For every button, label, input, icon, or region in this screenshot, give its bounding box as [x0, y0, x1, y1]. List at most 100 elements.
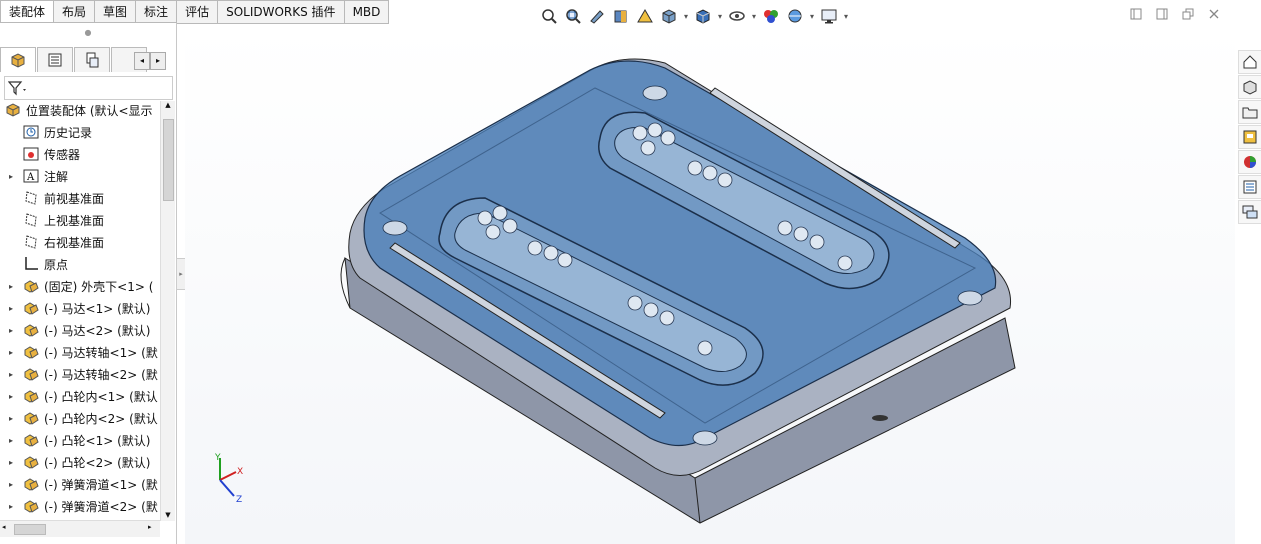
expand-arrow-icon[interactable]: ▸ [0, 414, 22, 423]
tile-right-icon[interactable] [1154, 6, 1170, 22]
tree-item[interactable]: ▸ (-) 凸轮<1> (默认) [0, 429, 160, 451]
scroll-right-icon[interactable]: ▸ [148, 523, 152, 531]
view-orientation-icon[interactable] [658, 5, 680, 27]
section-view-icon[interactable] [610, 5, 632, 27]
expand-arrow-icon[interactable]: ▸ [0, 304, 22, 313]
scroll-down-icon[interactable]: ▼ [161, 511, 175, 519]
custom-properties-icon[interactable] [1238, 175, 1261, 199]
feature-tree: 位置装配体 (默认<显示 历史记录传感器 ▸ A 注解 前视基准面上视基准面右视基准面原… [0, 99, 160, 523]
tree-item[interactable]: ▸ (-) 马达转轴<2> (默 [0, 363, 160, 385]
tree-item-label: 原点 [44, 257, 69, 272]
hide-show-items-icon[interactable] [726, 5, 748, 27]
scroll-up-icon[interactable]: ▲ [161, 101, 175, 109]
property-manager-tab-icon[interactable] [37, 47, 73, 72]
plane-icon [22, 211, 40, 229]
expand-arrow-icon[interactable]: ▸ [0, 348, 22, 357]
tree-item[interactable]: ▸ A 注解 [0, 165, 160, 187]
view-palette-icon[interactable] [1238, 125, 1261, 149]
part-icon [22, 497, 40, 515]
tree-vertical-scrollbar[interactable]: ▲ ▼ [160, 101, 175, 521]
expand-arrow-icon[interactable]: ▸ [0, 282, 22, 291]
tree-item[interactable]: ▸ (-) 凸轮内<1> (默认 [0, 385, 160, 407]
tree-item[interactable]: ▸ (-) 弹簧滑道<2> (默 [0, 495, 160, 517]
display-style-dropdown-icon[interactable]: ▾ [716, 12, 724, 21]
tab-scroll-left-icon[interactable]: ◂ [134, 52, 150, 70]
view-orientation-dropdown-icon[interactable]: ▾ [682, 12, 690, 21]
close-icon[interactable] [1206, 6, 1222, 22]
tab-solidworks-addins[interactable]: SOLIDWORKS 插件 [218, 0, 345, 24]
tree-filter[interactable] [4, 76, 173, 100]
filter-icon[interactable] [8, 80, 30, 96]
zoom-to-fit-icon[interactable] [538, 5, 560, 27]
configuration-manager-tab-icon[interactable] [74, 47, 110, 72]
view-settings-dropdown-icon[interactable]: ▾ [842, 12, 850, 21]
tree-item[interactable]: 上视基准面 [0, 209, 160, 231]
part-icon [22, 365, 40, 383]
tree-item-label: 传感器 [44, 147, 81, 162]
tree-item[interactable]: ▸ (-) 马达<1> (默认) [0, 297, 160, 319]
tab-markup[interactable]: 标注 [136, 0, 178, 24]
tree-item-label: (-) 弹簧滑道<2> (默 [44, 499, 158, 514]
zoom-to-area-icon[interactable] [562, 5, 584, 27]
tree-item[interactable]: 历史记录 [0, 121, 160, 143]
tree-item-label: (固定) 外壳下<1> ( [44, 279, 154, 294]
tree-item[interactable]: ▸ (-) 凸轮<2> (默认) [0, 451, 160, 473]
expand-arrow-icon[interactable]: ▸ [0, 172, 22, 181]
tree-item-label: 上视基准面 [44, 213, 105, 228]
panel-grip-icon[interactable]: ● [0, 23, 176, 43]
restore-icon[interactable] [1180, 6, 1196, 22]
display-style-icon[interactable] [692, 5, 714, 27]
graphics-area[interactable] [185, 28, 1235, 544]
tree-item[interactable]: 原点 [0, 253, 160, 275]
expand-arrow-icon[interactable]: ▸ [0, 480, 22, 489]
expand-arrow-icon[interactable]: ▸ [0, 458, 22, 467]
apply-scene-dropdown-icon[interactable]: ▾ [808, 12, 816, 21]
vertical-scroll-thumb[interactable] [163, 119, 174, 201]
reference-triad: Y X Z [214, 453, 243, 505]
sensor-icon [22, 145, 40, 163]
tree-item[interactable]: ▸ (-) 凸轮内<2> (默认 [0, 407, 160, 429]
file-explorer-icon[interactable] [1238, 100, 1261, 124]
tree-horizontal-scrollbar[interactable]: ◂ ▸ [0, 520, 160, 537]
document-window-controls [1128, 6, 1222, 22]
appearances-icon[interactable] [1238, 150, 1261, 174]
dynamic-annotation-icon[interactable] [634, 5, 656, 27]
tree-root[interactable]: 位置装配体 (默认<显示 [0, 99, 160, 121]
expand-arrow-icon[interactable]: ▸ [0, 502, 22, 511]
origin-icon [22, 255, 40, 273]
tab-scroll-right-icon[interactable]: ▸ [150, 52, 166, 70]
tab-mbd[interactable]: MBD [344, 0, 390, 24]
hide-show-dropdown-icon[interactable]: ▾ [750, 12, 758, 21]
part-icon [22, 409, 40, 427]
forum-icon[interactable] [1238, 200, 1261, 224]
panel-tab-scroll: ◂ ▸ [134, 52, 166, 70]
triad-z-label: Z [236, 495, 242, 505]
apply-scene-icon[interactable] [784, 5, 806, 27]
tree-item[interactable]: ▸ (-) 弹簧滑道<1> (默 [0, 473, 160, 495]
expand-arrow-icon[interactable]: ▸ [0, 326, 22, 335]
scroll-left-icon[interactable]: ◂ [2, 523, 6, 531]
tile-left-icon[interactable] [1128, 6, 1144, 22]
tree-item[interactable]: 传感器 [0, 143, 160, 165]
expand-arrow-icon[interactable]: ▸ [0, 436, 22, 445]
tree-item[interactable]: ▸ (固定) 外壳下<1> ( [0, 275, 160, 297]
edit-appearance-icon[interactable] [760, 5, 782, 27]
tree-item[interactable]: ▸ (-) 马达<2> (默认) [0, 319, 160, 341]
expand-arrow-icon[interactable]: ▸ [0, 370, 22, 379]
feature-manager-tab-icon[interactable] [0, 47, 36, 72]
expand-arrow-icon[interactable]: ▸ [0, 392, 22, 401]
tab-evaluate[interactable]: 评估 [177, 0, 219, 24]
view-settings-icon[interactable] [818, 5, 840, 27]
tree-item[interactable]: 右视基准面 [0, 231, 160, 253]
design-library-icon[interactable] [1238, 75, 1261, 99]
tree-item-label: (-) 凸轮<1> (默认) [44, 433, 151, 448]
part-icon [22, 475, 40, 493]
tree-item[interactable]: 前视基准面 [0, 187, 160, 209]
previous-view-icon[interactable] [586, 5, 608, 27]
horizontal-scroll-thumb[interactable] [14, 524, 46, 535]
home-icon[interactable] [1238, 50, 1261, 74]
tab-layout[interactable]: 布局 [54, 0, 96, 24]
tab-assembly[interactable]: 装配体 [0, 0, 55, 24]
tab-sketch[interactable]: 草图 [95, 0, 137, 24]
tree-item[interactable]: ▸ (-) 马达转轴<1> (默 [0, 341, 160, 363]
